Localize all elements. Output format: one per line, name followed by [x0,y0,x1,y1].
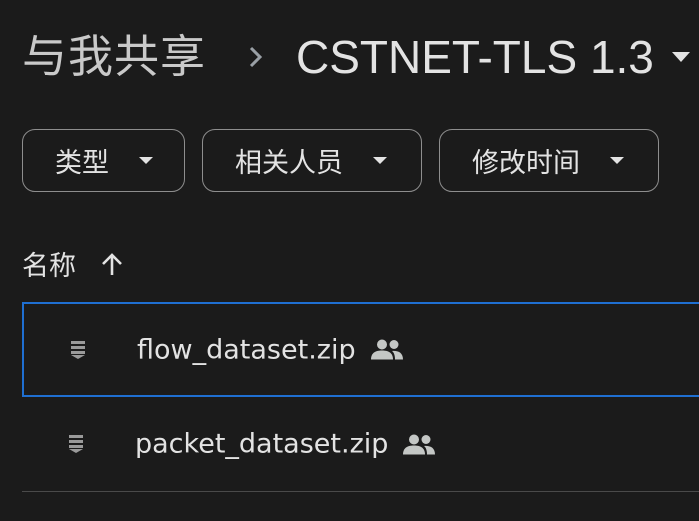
zip-file-icon [70,340,86,360]
caret-down-icon [610,156,624,165]
modified-filter-label: 修改时间 [472,148,580,179]
caret-down-icon [139,156,153,165]
name-column-header[interactable]: 名称 [22,244,76,283]
file-name-group: packet_dataset.zip [135,429,436,460]
file-name[interactable]: packet_dataset.zip [135,429,388,460]
people-filter-chip[interactable]: 相关人员 [202,129,422,192]
breadcrumb-current-folder[interactable]: CSTNET-TLS 1.3 [296,28,692,86]
file-name-group: flow_dataset.zip [137,334,404,365]
arrow-up-icon[interactable] [100,251,124,277]
file-name[interactable]: flow_dataset.zip [137,334,356,365]
filter-chips: 类型 相关人员 修改时间 [22,129,676,192]
file-list: flow_dataset.zip packet_dataset.zip [22,302,699,492]
file-row[interactable]: packet_dataset.zip [22,397,699,492]
file-row[interactable]: flow_dataset.zip [22,302,699,397]
chevron-right-icon [236,28,276,86]
breadcrumb-current-label: CSTNET-TLS 1.3 [296,31,654,83]
type-filter-chip[interactable]: 类型 [22,129,185,192]
caret-down-icon [373,156,387,165]
type-filter-label: 类型 [55,148,109,179]
breadcrumb: 与我共享 CSTNET-TLS 1.3 [22,28,692,86]
drive-page: 与我共享 CSTNET-TLS 1.3 类型 相关人员 修改时间 名称 flow… [0,0,699,521]
caret-down-icon [670,50,692,64]
zip-file-icon [68,434,84,454]
list-column-header: 名称 [22,244,124,283]
modified-filter-chip[interactable]: 修改时间 [439,129,659,192]
breadcrumb-root[interactable]: 与我共享 [22,28,206,86]
people-icon [402,433,436,455]
people-icon [370,339,404,361]
people-filter-label: 相关人员 [235,148,343,179]
